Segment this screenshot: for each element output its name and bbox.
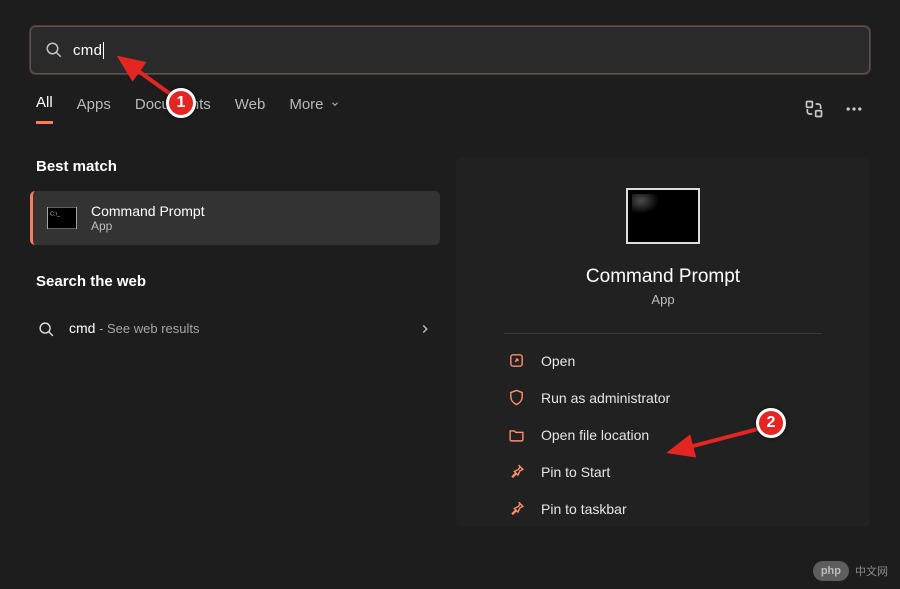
open-icon <box>508 352 525 369</box>
tab-more[interactable]: More <box>289 94 339 124</box>
web-suffix: - See web results <box>95 321 199 336</box>
result-command-prompt[interactable]: C:\_ Command Prompt App <box>30 191 440 245</box>
shield-icon <box>508 389 525 406</box>
action-label: Run as administrator <box>541 390 670 406</box>
search-icon <box>38 321 55 338</box>
preview-title: Command Prompt <box>586 266 740 288</box>
annotation-arrow-2 <box>662 422 772 462</box>
tab-apps[interactable]: Apps <box>77 94 111 124</box>
tab-label: More <box>289 96 323 113</box>
result-subtitle: App <box>91 219 205 233</box>
chevron-down-icon <box>330 99 340 109</box>
tab-label: Apps <box>77 96 111 113</box>
tab-web[interactable]: Web <box>235 94 266 124</box>
pin-icon <box>508 463 525 480</box>
more-options-icon[interactable] <box>844 99 864 119</box>
results-panel: Best match C:\_ Command Prompt App Searc… <box>30 158 440 527</box>
tab-label: All <box>36 94 53 111</box>
result-title: Command Prompt <box>91 203 205 219</box>
section-best-match: Best match <box>36 158 440 175</box>
web-term: cmd <box>69 320 95 336</box>
annotation-badge-1: 1 <box>166 88 196 118</box>
annotation-badge-2: 2 <box>756 408 786 438</box>
search-icon <box>45 41 63 59</box>
chevron-right-icon <box>418 322 432 336</box>
preview-panel: Command Prompt App Open Run as administr… <box>456 158 870 527</box>
command-prompt-icon <box>626 188 700 244</box>
pin-icon <box>508 500 525 517</box>
action-label: Pin to taskbar <box>541 501 627 517</box>
folder-icon <box>508 426 525 443</box>
section-search-web: Search the web <box>36 273 440 290</box>
action-label: Open <box>541 353 575 369</box>
action-label: Open file location <box>541 427 649 443</box>
divider <box>504 333 822 334</box>
web-result-item[interactable]: cmd - See web results <box>30 306 440 352</box>
command-prompt-icon: C:\_ <box>47 207 77 229</box>
tab-all[interactable]: All <box>36 94 53 124</box>
action-pin-to-taskbar[interactable]: Pin to taskbar <box>504 490 822 527</box>
action-label: Pin to Start <box>541 464 610 480</box>
action-open[interactable]: Open <box>504 342 822 379</box>
watermark: php 中文网 <box>813 561 888 581</box>
preview-subtitle: App <box>651 292 674 307</box>
svg-text:C:\_: C:\_ <box>50 211 61 217</box>
tab-label: Web <box>235 96 266 113</box>
watermark-text: 中文网 <box>855 563 888 579</box>
watermark-pill: php <box>813 561 849 581</box>
windows-flow-icon[interactable] <box>804 99 824 119</box>
search-query-text: cmd <box>73 42 104 59</box>
